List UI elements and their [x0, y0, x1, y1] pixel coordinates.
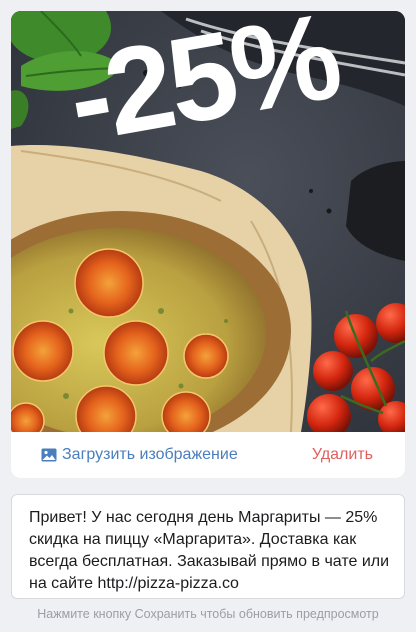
- upload-image-label: Загрузить изображение: [62, 446, 238, 463]
- preview-hint: Нажмите кнопку Сохранить чтобы обновить …: [37, 607, 379, 621]
- image-card: -25% Загрузить изображение Удалить: [11, 11, 405, 478]
- pizza-photo-illustration: [11, 11, 405, 432]
- upload-image-button[interactable]: Загрузить изображение: [41, 446, 238, 464]
- image-actions: Загрузить изображение Удалить: [11, 432, 405, 478]
- delete-image-button[interactable]: Удалить: [312, 446, 373, 464]
- image-icon: [41, 448, 57, 462]
- message-textarea[interactable]: Привет! У нас сегодня день Маргариты — 2…: [11, 494, 405, 599]
- promo-photo: -25%: [11, 11, 405, 432]
- message-text: Привет! У нас сегодня день Маргариты — 2…: [29, 509, 390, 592]
